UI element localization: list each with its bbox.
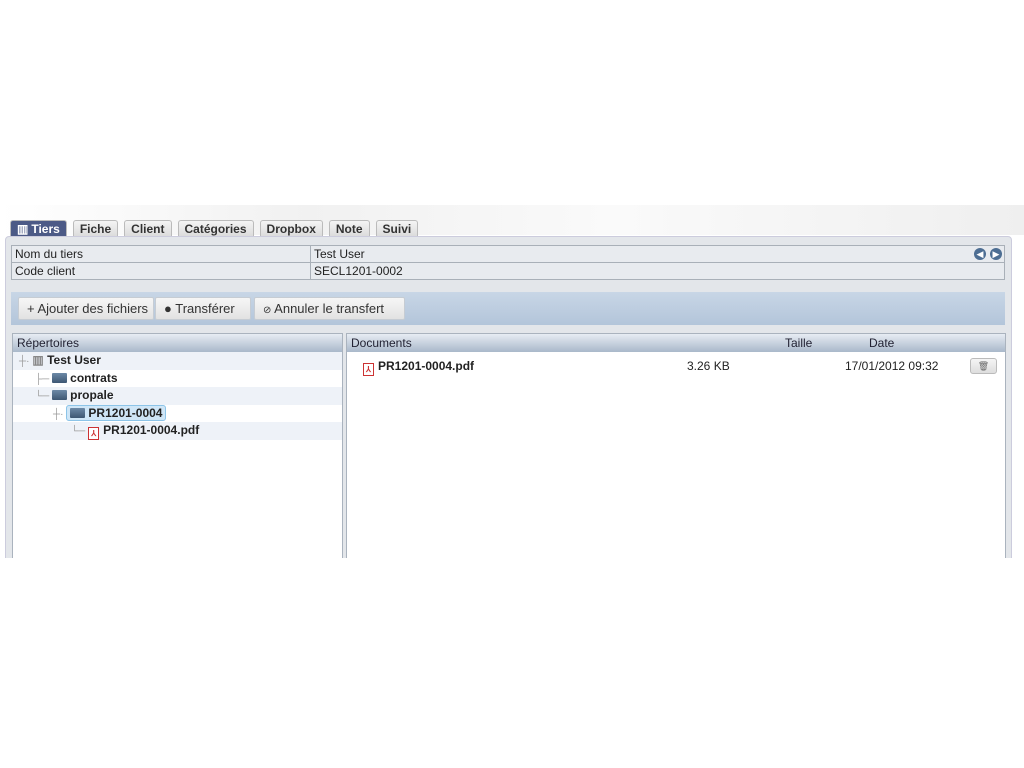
company-icon: ▥	[32, 353, 48, 367]
tree-node-file[interactable]: └─ ⅄ PR1201-0004.pdf	[13, 422, 342, 440]
trash-icon: 🗑	[977, 361, 990, 371]
page-bottom	[0, 558, 1024, 768]
pdf-icon: ⅄	[88, 427, 100, 440]
date-column-header[interactable]: Date	[869, 334, 894, 352]
document-name[interactable]: PR1201-0004.pdf	[378, 359, 474, 373]
size-column-header[interactable]: Taille	[785, 334, 812, 352]
documents-header: Documents Taille Date	[347, 334, 1005, 352]
tab-categories[interactable]: Catégories	[177, 220, 254, 236]
directory-tree: Répertoires ┼· ▥ Test User ├─ contrats └─ p…	[12, 333, 343, 573]
record-nav: ◀ ▶	[974, 248, 1002, 260]
documents-list: Documents Taille Date ⅄ PR1201-0004.pdf 3…	[346, 333, 1006, 573]
code-value: SECL1201-0002	[310, 262, 1005, 280]
document-row[interactable]: ⅄ PR1201-0004.pdf 3.26 KB 17/01/2012 09:3…	[347, 352, 1005, 380]
tree-node-propale[interactable]: └─ propale	[13, 387, 342, 405]
code-label: Code client	[11, 262, 311, 280]
add-files-button[interactable]: + Ajouter des fichiers	[18, 297, 154, 320]
tree-node-folder[interactable]: ┼· PR1201-0004	[13, 404, 342, 423]
pdf-icon: ⅄	[363, 363, 374, 376]
tab-client[interactable]: Client	[124, 220, 172, 236]
document-size: 3.26 KB	[687, 359, 730, 373]
transfer-button[interactable]: ● Transférer	[155, 297, 251, 320]
tab-fiche[interactable]: Fiche	[72, 220, 119, 236]
tab-tiers[interactable]: ▥ Tiers	[10, 220, 67, 236]
tab-dropbox[interactable]: Dropbox	[259, 220, 323, 236]
document-date: 17/01/2012 09:32	[845, 359, 939, 373]
plus-icon: +	[27, 301, 38, 316]
previous-icon[interactable]: ◀	[974, 248, 986, 260]
next-icon[interactable]: ▶	[990, 248, 1002, 260]
cancel-transfer-button[interactable]: ⊘ Annuler le transfert	[254, 297, 405, 320]
folder-icon	[52, 390, 68, 400]
name-value: Test User	[310, 245, 1005, 263]
delete-button[interactable]: 🗑	[970, 358, 997, 374]
tree-node-root[interactable]: ┼· ▥ Test User	[13, 352, 342, 370]
toolbar: + Ajouter des fichiers ● Transférer ⊘ An…	[11, 292, 1005, 325]
upload-icon: ●	[164, 301, 176, 316]
info-table: Nom du tiers Test User Code client SECL120…	[11, 245, 1005, 280]
tab-note[interactable]: Note	[328, 220, 370, 236]
cancel-icon: ⊘	[263, 305, 275, 316]
name-label: Nom du tiers	[11, 245, 311, 263]
company-icon: ▥	[17, 221, 29, 236]
folder-icon	[52, 372, 68, 383]
tree-header: Répertoires	[13, 334, 342, 352]
tab-suivi[interactable]: Suivi	[375, 220, 419, 236]
tree-node-contrats[interactable]: ├─ contrats	[13, 370, 342, 388]
folder-icon	[70, 407, 86, 418]
tab-bar: ▥ Tiers Fiche Client Catégories Dropbox N…	[10, 220, 419, 236]
